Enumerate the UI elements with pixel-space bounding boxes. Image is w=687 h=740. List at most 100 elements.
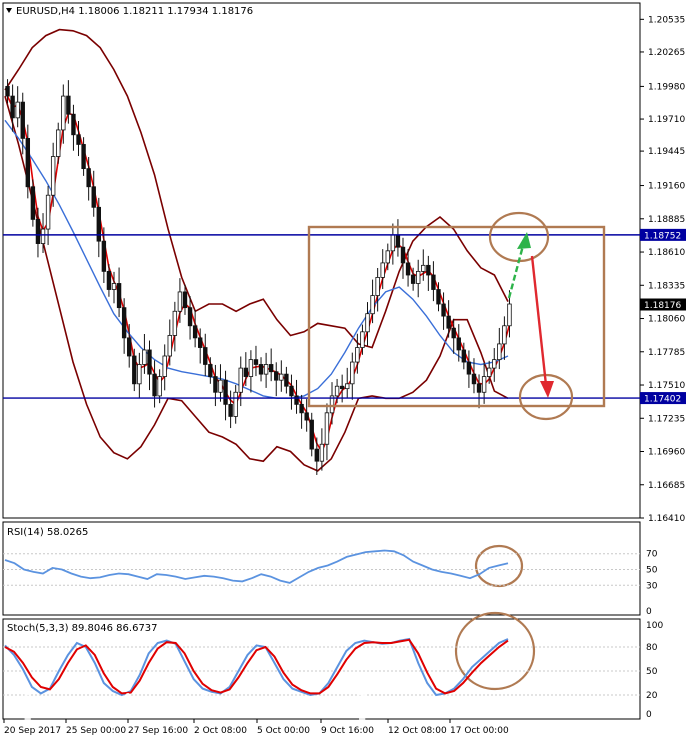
candle-body [86,168,91,188]
candle-body [152,373,157,397]
x-tick-label: 5 Oct 00:00 [257,726,310,736]
candle-body [35,218,41,244]
candle-body [334,385,340,397]
candle-body [274,371,279,381]
candle-body [441,303,446,317]
candle-body [410,274,416,284]
rsi-panel-frame [2,521,641,616]
candle-body [45,194,51,230]
y-tick-label: 1.17510 [648,381,685,391]
candle-body [182,291,188,309]
candle-body [167,335,172,357]
candle-body [56,129,61,157]
candle-body [263,364,269,375]
y-tick-label: 1.18060 [648,315,685,325]
candle-body [416,270,421,284]
y-tick-label: 1.16960 [648,448,685,458]
candle-body [233,391,238,417]
candle-body [157,376,162,397]
x-tick-label: 25 Sep 00:00 [66,726,126,736]
candle-body [309,419,314,450]
y-tick-label: 1.19980 [648,82,685,92]
candle-body [116,283,122,309]
candle-body [476,383,482,393]
candle-body [101,240,107,272]
candle-body [355,347,360,363]
stoch-tick-label: 100 [646,621,663,631]
candle-body [405,262,411,276]
candle-body [466,361,472,375]
candle-body [502,325,507,345]
candle-body [324,412,330,445]
candle-body [10,95,15,119]
candle-body [248,359,254,377]
candle-body [187,307,193,327]
y-tick-label: 1.17235 [648,414,685,424]
candle-body [339,385,345,390]
candle-body [15,101,20,119]
y-tick-label: 1.16410 [648,514,685,524]
candle-body [61,95,66,131]
candle-body [507,303,512,327]
stoch-tick-label: 80 [646,643,658,653]
rsi-tick-label: 70 [646,550,658,560]
candle-body [497,343,502,361]
candle-body [5,86,10,97]
candle-body [197,337,203,348]
candle-body [66,95,71,115]
candle-body [345,383,350,390]
candle-body [370,295,375,315]
candle-body [390,234,396,252]
stoch-tick-label: 20 [646,691,658,701]
candle-body [243,367,249,377]
candle-body [147,349,152,375]
y-tick-label: 1.20535 [648,15,685,25]
candle-body [385,250,390,264]
candle-body [177,291,183,312]
x-tick-label: 2 Oct 08:00 [194,726,247,736]
y-tick-label: 1.16685 [648,481,685,491]
candle-body [127,337,132,357]
candle-body [284,373,289,387]
candle-body [456,337,461,351]
candle-body [213,376,218,393]
y-tick-label: 1.20265 [648,48,685,58]
candle-body [451,327,456,339]
candle-body [203,347,208,365]
y-tick-label: 1.19160 [648,182,685,192]
candle-body [360,331,365,348]
watermark-text: [ www.instaforex.com ] [22,689,368,724]
candle-body [395,234,401,248]
candle-body [471,373,477,385]
y-tick-label: 1.19445 [648,147,685,157]
candle-body [421,264,426,272]
candle-body [299,403,304,414]
rsi-header-text: RSI(14) 58.0265 [7,527,88,538]
candle-body [481,376,487,393]
symbol-header: EURUSD,H4 1.18006 1.18211 1.17934 1.1817… [6,6,253,17]
y-tick-label: 1.18610 [648,248,685,258]
candle-body [30,186,36,220]
candle-body [304,412,309,421]
stoch-tick-label: 50 [646,667,658,677]
candle-body [492,359,497,369]
candle-body [40,228,46,244]
candle-body [111,283,117,290]
candle-body [365,313,370,333]
level-price-label: 1.17402 [644,395,681,405]
current-price-label: 1.18176 [644,301,681,311]
candle-body [106,270,112,290]
candle-body [436,289,441,305]
level-price-label: 1.18752 [644,231,681,241]
x-tick-label: 20 Sep 2017 [4,726,61,736]
candle-body [25,137,31,188]
candle-body [258,364,264,375]
candle-body [253,359,259,365]
candle-body [279,373,284,381]
candle-body [208,364,213,377]
y-tick-label: 1.17785 [648,348,685,358]
candle-body [431,274,436,290]
candle-body [121,307,127,339]
x-tick-label: 27 Sep 16:00 [128,726,188,736]
candle-body [350,361,355,385]
